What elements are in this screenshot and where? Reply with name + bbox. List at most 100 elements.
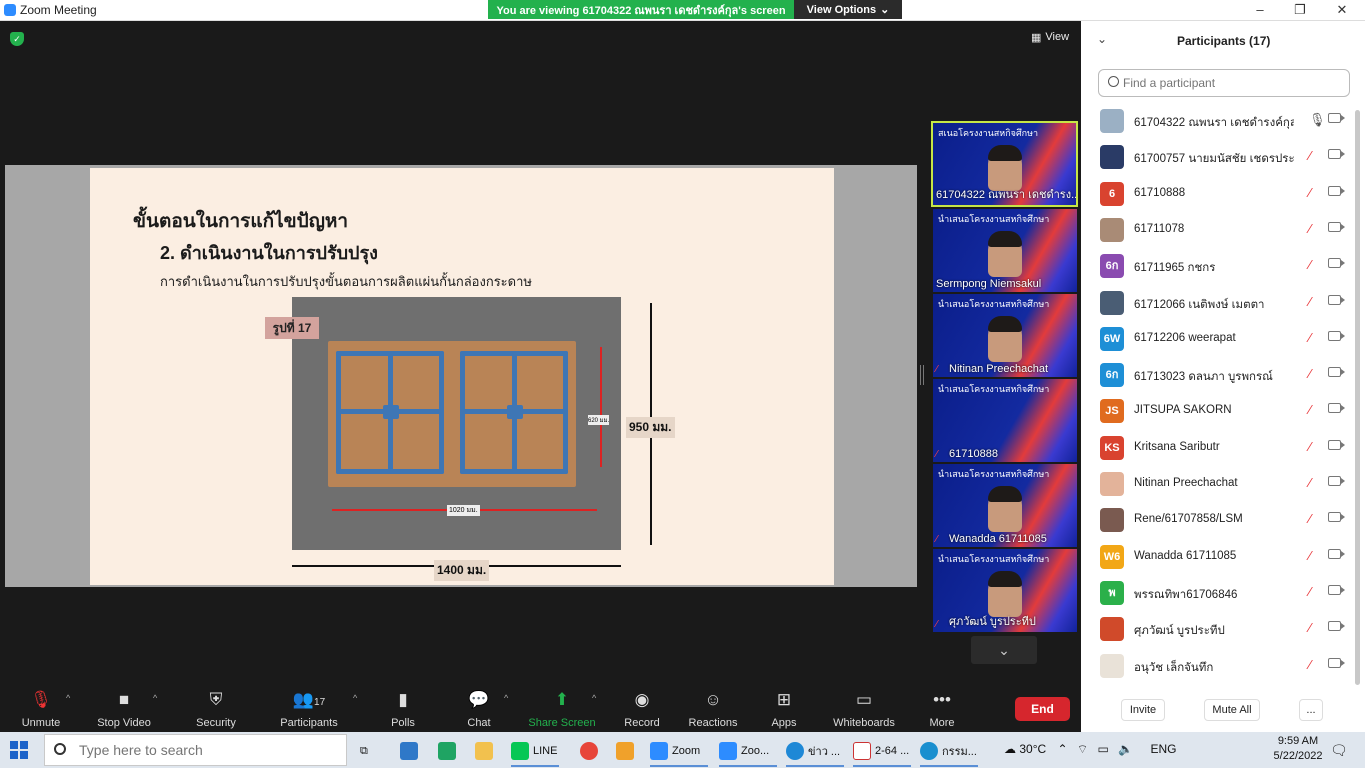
weather-icon[interactable]: ☁ — [1004, 742, 1016, 756]
video-camera-icon[interactable] — [1328, 367, 1345, 378]
invite-button[interactable]: Invite — [1121, 699, 1165, 721]
security-button[interactable]: ⛨ Security — [176, 688, 256, 729]
mic-off-icon[interactable]: ⁄ — [1309, 620, 1311, 635]
mic-off-icon[interactable]: ⁄ — [1309, 511, 1311, 526]
windows-start-icon[interactable] — [10, 741, 28, 759]
more-options-button[interactable]: ... — [1299, 699, 1323, 721]
mic-off-icon[interactable]: ⁄ — [1309, 257, 1311, 272]
video-thumbnail[interactable]: สเนอโครงงานสหกิจศึกษา 61704322 ณพนรา เดช… — [931, 121, 1078, 207]
participant-row[interactable]: 61711078 ⁄ — [1081, 212, 1353, 248]
chrome-icon[interactable] — [580, 738, 598, 764]
taskbar-line-app[interactable]: LINE — [511, 738, 557, 764]
view-button[interactable]: ▦ View — [1025, 28, 1075, 46]
participant-row[interactable]: 6ก 61713023 ดลนภา บูรพกรณ์ ⁄ — [1081, 357, 1353, 393]
video-camera-icon[interactable] — [1328, 221, 1345, 232]
maximize-button[interactable]: ❐ — [1290, 2, 1310, 18]
mic-icon[interactable]: 🎙 — [1309, 112, 1326, 128]
participant-row[interactable]: อนุวัช เล็กจันทึก ⁄ — [1081, 648, 1353, 684]
task-view-icon[interactable]: ⧉ — [360, 738, 368, 764]
participants-button[interactable]: 👥17 Participants — [269, 688, 349, 729]
encryption-shield-icon[interactable]: ✓ — [10, 32, 24, 46]
video-camera-icon[interactable] — [1328, 294, 1345, 305]
file-explorer-icon[interactable] — [475, 738, 493, 764]
taskbar-app-icon[interactable] — [438, 738, 456, 764]
share-screen-button[interactable]: ⬆ Share Screen — [522, 688, 602, 729]
scroll-thumbnails-down-button[interactable]: ⌄ — [971, 636, 1037, 664]
taskbar-edge-app[interactable]: กรรม... — [920, 738, 977, 764]
temperature[interactable]: 30°C — [1019, 742, 1046, 756]
taskbar-pdf-app[interactable]: 2-64 ... — [853, 738, 909, 764]
mic-off-icon[interactable]: ⁄ — [1309, 294, 1311, 309]
apps-button[interactable]: ⊞ Apps — [744, 688, 824, 729]
view-options-button[interactable]: View Options ⌄ — [794, 0, 902, 19]
participant-row[interactable]: JS JITSUPA SAKORN ⁄ — [1081, 393, 1353, 429]
participant-row[interactable]: 61700757 นายมนัสชัย เชดรประดิษฐ์ ⁄ — [1081, 139, 1353, 175]
close-button[interactable]: ✕ — [1332, 2, 1352, 18]
participant-row[interactable]: 61712066 เนติพงษ์ เมตตา ⁄ — [1081, 285, 1353, 321]
audio-options-caret[interactable]: ^ — [66, 693, 70, 703]
taskbar-zoom-app[interactable]: Zoom — [650, 738, 700, 764]
participant-row[interactable]: Rene/61707858/LSM ⁄ — [1081, 502, 1353, 538]
language-indicator[interactable]: ENG — [1151, 742, 1177, 756]
participant-row[interactable]: 6 61710888 ⁄ — [1081, 176, 1353, 212]
find-participant-input[interactable] — [1098, 69, 1350, 97]
video-camera-icon[interactable] — [1328, 185, 1345, 196]
network-icon[interactable]: ⌔ — [1077, 742, 1088, 756]
record-button[interactable]: ◉ Record — [602, 688, 682, 729]
video-camera-icon[interactable] — [1328, 113, 1345, 123]
video-camera-icon[interactable] — [1328, 403, 1345, 414]
video-camera-icon[interactable] — [1328, 548, 1345, 559]
video-camera-icon[interactable] — [1328, 149, 1345, 160]
mic-off-icon[interactable]: ⁄ — [1309, 148, 1311, 163]
participant-row[interactable]: พ พรรณทิพา61706846 ⁄ — [1081, 575, 1353, 611]
participant-row[interactable]: Nitinan Preechachat ⁄ — [1081, 466, 1353, 502]
participant-row[interactable]: W6 Wanadda 61711085 ⁄ — [1081, 539, 1353, 575]
taskbar-search-input[interactable] — [44, 734, 347, 766]
taskbar-app-icon[interactable] — [400, 738, 418, 764]
video-thumbnail[interactable]: นำเสนอโครงงานสหกิจศึกษา 61710888 ⁄ — [933, 379, 1077, 462]
minimize-button[interactable]: – — [1250, 2, 1270, 18]
mute-all-button[interactable]: Mute All — [1204, 699, 1260, 721]
video-options-caret[interactable]: ^ — [153, 693, 157, 703]
participant-row[interactable]: 61704322 ณพนรา เดชดำรงค์กุล 🎙 — [1081, 103, 1353, 139]
reactions-button[interactable]: ☺ Reactions — [673, 688, 753, 729]
mic-off-icon[interactable]: ⁄ — [1309, 366, 1311, 381]
video-thumbnail[interactable]: นำเสนอโครงงานสหกิจศึกษา Wanadda 61711085… — [933, 464, 1077, 547]
mic-off-icon[interactable]: ⁄ — [1309, 657, 1311, 672]
mic-off-icon[interactable]: ⁄ — [1309, 185, 1311, 200]
video-thumbnail[interactable]: นำเสนอโครงงานสหกิจศึกษา ศุภวัฒน์ บูรประท… — [933, 549, 1077, 632]
tray-expand-icon[interactable]: ⌃ — [1058, 742, 1068, 756]
video-camera-icon[interactable] — [1328, 476, 1345, 486]
mic-off-icon[interactable]: ⁄ — [1309, 402, 1311, 417]
mic-off-icon[interactable]: ⁄ — [1309, 330, 1311, 345]
share-options-caret[interactable]: ^ — [592, 693, 596, 703]
video-camera-icon[interactable] — [1328, 621, 1345, 632]
stop-video-button[interactable]: ■ Stop Video — [84, 688, 164, 729]
volume-icon[interactable]: 🔈 — [1118, 742, 1133, 756]
video-camera-icon[interactable] — [1328, 330, 1345, 341]
mic-off-icon[interactable]: ⁄ — [1309, 439, 1311, 454]
whiteboards-button[interactable]: ▭ Whiteboards — [824, 688, 904, 729]
battery-icon[interactable]: ▭ — [1098, 742, 1109, 756]
mic-off-icon[interactable]: ⁄ — [1309, 221, 1311, 236]
taskbar-zoom-app[interactable]: Zoo... — [719, 738, 769, 764]
participant-row[interactable]: KS Kritsana Saributr ⁄ — [1081, 430, 1353, 466]
video-thumbnail[interactable]: นำเสนอโครงงานสหกิจศึกษา Sermpong Niemsak… — [933, 209, 1077, 292]
polls-button[interactable]: ▮ Polls — [363, 688, 443, 729]
participants-options-caret[interactable]: ^ — [353, 693, 357, 703]
participant-row[interactable]: ศุภวัฒน์ บูรประทีป ⁄ — [1081, 611, 1353, 647]
participant-row[interactable]: 6ก 61711965 กชกร ⁄ — [1081, 248, 1353, 284]
notifications-icon[interactable]: 🗨 — [1330, 742, 1348, 759]
taskbar-browser-app[interactable]: ข่าว ... — [786, 738, 840, 764]
taskbar-app-icon[interactable] — [616, 738, 634, 764]
chat-options-caret[interactable]: ^ — [504, 693, 508, 703]
video-camera-icon[interactable] — [1328, 657, 1345, 668]
more-button[interactable]: ••• More — [902, 688, 982, 729]
video-camera-icon[interactable] — [1328, 258, 1345, 269]
video-camera-icon[interactable] — [1328, 439, 1345, 450]
end-meeting-button[interactable]: End — [1015, 697, 1070, 721]
participant-row[interactable]: 6W 61712206 weerapat ⁄ — [1081, 321, 1353, 357]
mic-off-icon[interactable]: ⁄ — [1309, 548, 1311, 563]
mic-off-icon[interactable]: ⁄ — [1309, 475, 1311, 490]
participant-list-scrollbar[interactable] — [1355, 110, 1360, 685]
